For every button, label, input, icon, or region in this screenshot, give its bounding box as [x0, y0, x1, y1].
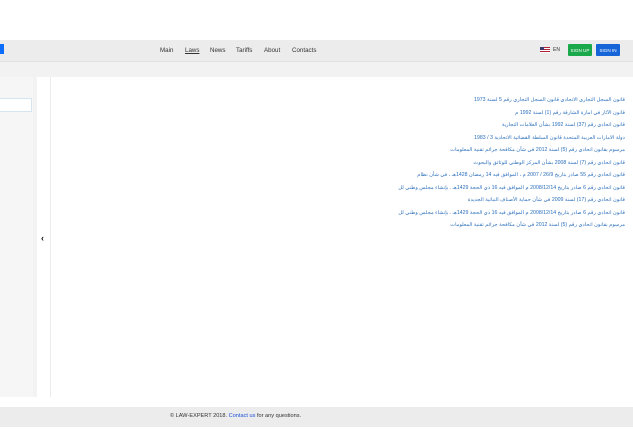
language-code: EN	[553, 47, 560, 53]
nav-contacts[interactable]: Contacts	[292, 47, 316, 54]
law-link[interactable]: قانون اتحادي رقم 6 صادر بتاريخ 2008/12/1…	[65, 182, 625, 195]
law-link[interactable]: مرسوم بقانون اتحادي رقم (5) لسنة 2012 في…	[65, 144, 625, 157]
signin-button[interactable]: SIGN IN	[596, 44, 620, 56]
nav-laws[interactable]: Laws	[185, 47, 199, 54]
footer-suffix: for any questions.	[256, 413, 302, 419]
law-link[interactable]: قانون اتحادي رقم 55 صادر بتاريخ 26/9 / 2…	[65, 169, 625, 182]
law-link[interactable]: دولة الامارات العربية المتحدة قانون السل…	[65, 132, 625, 145]
nav-main[interactable]: Main	[160, 47, 173, 54]
us-flag-icon	[540, 47, 550, 53]
footer: © LAW-EXPERT 2018. Contact us for any qu…	[0, 407, 633, 427]
laws-content: قانون السجل التجاري الاتحادي قانون السجل…	[51, 77, 633, 397]
subheader-strip	[0, 62, 633, 77]
footer-text: © LAW-EXPERT 2018. Contact us for any qu…	[170, 413, 301, 419]
footer-copyright: © LAW-EXPERT 2018.	[170, 413, 228, 419]
laws-list: قانون السجل التجاري الاتحادي قانون السجل…	[65, 94, 625, 232]
law-link[interactable]: قانون اتحادي رقم (7) لسنة 2008 بشأن المر…	[65, 157, 625, 170]
left-sidebar	[0, 77, 33, 397]
law-link[interactable]: قانون اتحادي رقم (17) لسنة 2009 في شأن ح…	[65, 194, 625, 207]
law-link[interactable]: مرسوم بقانون اتحادي رقم (5) لسنة 2012 في…	[65, 219, 625, 232]
chevron-left-icon[interactable]: ‹	[41, 234, 44, 243]
signup-button[interactable]: SIGN UP	[568, 44, 592, 56]
left-edge-button[interactable]	[0, 44, 4, 54]
sidebar-toggle-column	[37, 77, 51, 397]
contact-us-link[interactable]: Contact us	[229, 413, 256, 419]
sidebar-search-input[interactable]	[0, 98, 32, 112]
main-area: ‹ قانون السجل التجاري الاتحادي قانون الس…	[0, 77, 633, 397]
law-link[interactable]: قانون اتحادي رقم 6 صادر بتاريخ 2008/12/1…	[65, 207, 625, 220]
top-navbar: Main Laws News Tariffs About Contacts EN…	[0, 40, 633, 62]
nav-tariffs[interactable]: Tariffs	[236, 47, 252, 54]
nav-about[interactable]: About	[264, 47, 280, 54]
law-link[interactable]: قانون اتحادي رقم (37) لسنة 1992 بشأن الع…	[65, 119, 625, 132]
language-selector[interactable]: EN	[540, 47, 560, 53]
law-link[interactable]: قانون السجل التجاري الاتحادي قانون السجل…	[65, 94, 625, 107]
nav-news[interactable]: News	[210, 47, 225, 54]
law-link[interactable]: قانون الآثار في امارة الشارقة رقم (1) لس…	[65, 107, 625, 120]
